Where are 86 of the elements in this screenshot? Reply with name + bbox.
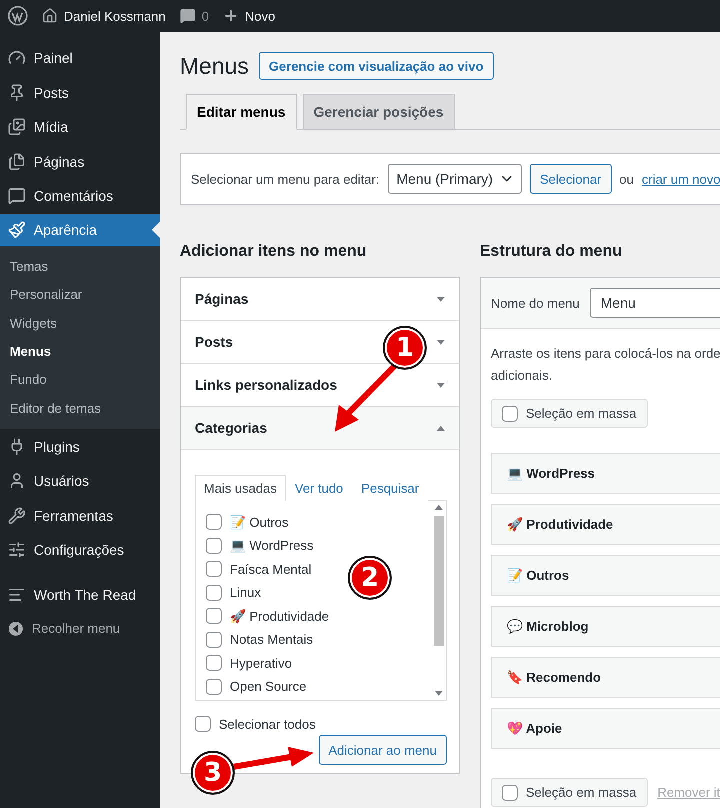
checkbox[interactable] [206,514,222,530]
category-label: Linux [230,585,262,600]
sidebar-item[interactable]: Comentários [0,179,160,214]
submenu-item[interactable]: Personalizar [0,280,160,310]
checkbox[interactable] [206,538,222,554]
sidebar-item[interactable]: Plugins [0,429,160,464]
section-heading: Estrutura do menu [480,243,624,261]
category-label: Hyperativo [230,656,292,670]
checkbox[interactable] [206,655,222,671]
expand-arrow-icon [437,296,445,302]
checkbox[interactable] [206,584,222,600]
menu-icon [8,506,26,525]
submenu-item[interactable]: Menus [0,337,160,366]
home-icon [42,8,58,24]
sidebar-item[interactable]: Usuários [0,464,160,498]
menu-icon [8,118,26,136]
site-name-link[interactable]: Daniel Kossmann [42,8,166,24]
tab[interactable]: Gerenciar posições [302,94,455,130]
section-heading: Adicionar itens no menu [180,243,368,261]
menu-icon [8,187,26,206]
menu-name-label: Nome do menu [491,296,580,310]
checkbox[interactable] [195,716,211,732]
plus-icon [223,8,240,24]
collapse-icon [8,620,24,637]
menu-item[interactable]: 💖 Apoie [491,708,720,749]
instructions-text: adicionais. [491,367,554,385]
menu-dropdown[interactable]: Menu (Primary) [388,164,522,194]
submenu-item[interactable]: Editor de temas [0,394,160,422]
accordion-header[interactable]: Categorias [181,407,459,450]
tab[interactable]: Editar menus [186,94,297,130]
bulk-select-button[interactable]: Seleção em massa [491,399,648,428]
select-all-label: Selecionar todos [219,716,316,732]
menu-name-field[interactable]: Menu [590,288,720,318]
menu-item[interactable]: 💻 WordPress [491,453,720,494]
checkbox[interactable] [502,784,518,800]
sidebar-item[interactable]: Ferramentas [0,498,160,533]
menu-icon [8,472,26,490]
menu-item[interactable]: 📝 Outros [491,555,720,596]
sidebar-item[interactable]: Configurações [0,532,160,568]
comments-link[interactable]: 0 [180,8,210,24]
submenu-item[interactable]: Fundo [0,366,160,394]
category-label: Open Source [230,679,307,694]
category-label: 📝 Outros [230,514,289,530]
instructions-text: Arraste os itens para colocá-los na orde [491,345,720,363]
category-label: Notas Mentais [230,632,314,647]
select-label: Selecionar um menu para editar: [191,172,380,186]
expand-arrow-icon [437,382,445,388]
menu-icon [8,84,26,102]
new-link[interactable]: Novo [223,8,276,24]
arrow [335,364,398,432]
checkbox[interactable] [206,608,222,624]
checkbox[interactable] [206,678,222,694]
sidebar-item[interactable]: Painel [0,41,160,76]
or-text: ou [620,172,634,186]
comment-icon [180,8,196,24]
category-label: Faísca Mental [230,562,312,576]
tab[interactable]: Mais usadas [195,475,286,501]
submenu-item[interactable]: Widgets [0,309,160,338]
sidebar-item[interactable]: Aparência [0,214,160,246]
collapse-menu-button[interactable]: Recolher menu [0,612,160,646]
wordpress-logo-icon[interactable] [8,6,28,26]
live-preview-button[interactable]: Gerencie com visualização ao vivo [259,52,494,80]
menu-icon [8,541,26,560]
menu-icon [8,152,26,171]
collapse-arrow-icon [437,426,445,430]
checkbox[interactable] [206,632,222,648]
sidebar-item[interactable]: Páginas [0,144,160,179]
category-label: 💻 WordPress [230,538,314,553]
expand-arrow-icon [437,340,445,344]
create-menu-link[interactable]: criar um novo [642,172,720,186]
checkbox[interactable] [206,561,222,577]
category-label: 🚀 Produtividade [230,608,330,624]
select-button[interactable]: Selecionar [530,164,612,194]
bulk-select-button[interactable]: Seleção em massa [491,778,648,807]
page-title: Menus [180,52,250,80]
sidebar-item[interactable]: Worth The Read [0,577,160,612]
submenu-item[interactable]: Temas [0,252,160,281]
checkbox[interactable] [502,406,518,422]
menu-item[interactable]: 🔖 Recomendo [491,657,720,698]
menu-item[interactable]: 🚀 Produtividade [491,504,720,545]
menu-item[interactable]: 💬 Microblog [491,606,720,647]
sidebar-item[interactable]: Mídia [0,110,160,144]
menu-icon [8,220,26,238]
step-number-badge: 3 [191,751,235,795]
add-to-menu-button[interactable]: Adicionar ao menu [318,735,447,765]
sidebar-item[interactable]: Posts [0,76,160,110]
